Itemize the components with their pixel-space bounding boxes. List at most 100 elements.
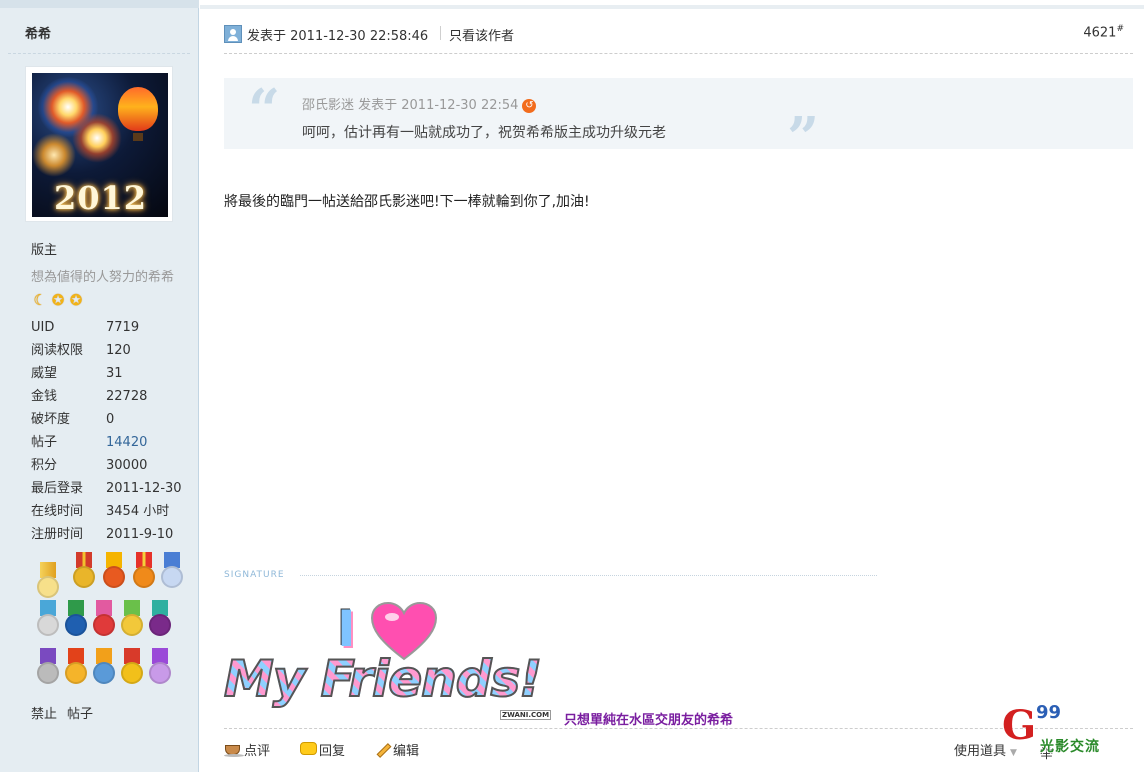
rate-label: 点评 bbox=[244, 744, 271, 759]
reply-button[interactable]: 回复 bbox=[299, 740, 345, 759]
only-author-link[interactable]: 只看该作者 bbox=[449, 25, 514, 44]
floor-mark: # bbox=[1116, 24, 1124, 34]
stat-value: 30000 bbox=[106, 458, 148, 473]
quote-meta: 邵氏影迷 发表于 2011-12-30 22:54 ↺ bbox=[302, 94, 537, 113]
online-user-icon bbox=[224, 25, 242, 43]
pencil-icon bbox=[373, 740, 393, 758]
avatar-year-text: 2012 bbox=[54, 179, 148, 217]
stat-value: 22728 bbox=[106, 389, 148, 404]
stat-label: 破坏度 bbox=[31, 412, 71, 427]
avatar[interactable]: 2012 bbox=[25, 66, 173, 222]
star-icon: ✪ bbox=[69, 291, 83, 309]
stat-value: 3454 小时 bbox=[106, 504, 170, 519]
sidebar-divider bbox=[8, 53, 190, 54]
quote-close-icon: ” bbox=[787, 105, 820, 171]
signature-image-line2: My Friends! bbox=[223, 649, 543, 709]
posts-count-link[interactable]: 14420 bbox=[106, 435, 147, 450]
stat-label: 积分 bbox=[31, 458, 58, 473]
quote-block: “ 邵氏影迷 发表于 2011-12-30 22:54 ↺ 呵呵，估计再有一贴就成… bbox=[224, 77, 1133, 168]
user-stats: UID 7719 阅读权限 120 威望 31 金钱 22728 破坏度 0 帖子 1442… bbox=[31, 318, 182, 548]
moon-icon: ☾ bbox=[33, 291, 47, 309]
medal-icon[interactable] bbox=[119, 648, 145, 686]
post-message: 將最後的臨門一帖送給邵氏影迷吧!下一棒就輪到你了,加油! bbox=[224, 194, 590, 210]
floor-number-text: 4621 bbox=[1083, 25, 1117, 41]
stat-label: 最后登录 bbox=[31, 481, 84, 496]
stat-label: 阅读权限 bbox=[31, 343, 84, 358]
edit-button[interactable]: 编辑 bbox=[373, 740, 419, 759]
rank-stars: ☾ ✪ ✪ bbox=[31, 291, 85, 309]
medal-icon[interactable] bbox=[63, 648, 89, 686]
stat-online-time: 在线时间 3454 小时 bbox=[31, 502, 182, 525]
stat-last-login: 最后登录 2011-12-30 bbox=[31, 479, 182, 502]
signature-caption: 只想單純在水區交朋友的希希 bbox=[564, 713, 734, 728]
stat-posts: 帖子 14420 bbox=[31, 433, 182, 456]
author-sidebar: 希希 2012 版主 想為値得的人努力的希希 ☾ ✪ ✪ UID 7719 阅读权限 1… bbox=[0, 0, 199, 772]
quote-text: 呵呵，估计再有一贴就成功了，祝贺希希版主成功升级元老 bbox=[302, 125, 666, 141]
stat-prestige: 威望 31 bbox=[31, 364, 182, 387]
reply-label: 回复 bbox=[319, 744, 346, 759]
user-custom-title: 想為値得的人努力的希希 bbox=[31, 270, 175, 285]
use-tools-label: 使用道具 bbox=[954, 744, 1007, 759]
user-posts-link[interactable]: 帖子 bbox=[67, 707, 93, 722]
medal-icon[interactable] bbox=[131, 552, 157, 590]
medal-icon[interactable] bbox=[35, 600, 61, 638]
signature-image: I My Friends! ZWANI.COM bbox=[223, 598, 564, 724]
medal-icon[interactable] bbox=[71, 552, 97, 590]
signature-image-brand: ZWANI.COM bbox=[500, 710, 552, 720]
footer-separator bbox=[224, 728, 1133, 729]
author-name[interactable]: 希希 bbox=[25, 23, 51, 42]
header-separator bbox=[224, 53, 1133, 54]
avatar-image[interactable]: 2012 bbox=[32, 73, 168, 217]
watermark-letter: G bbox=[1002, 702, 1037, 749]
medal-icon[interactable] bbox=[119, 600, 145, 638]
speech-bubble-icon bbox=[299, 740, 319, 758]
stat-read-permission: 阅读权限 120 bbox=[31, 341, 182, 364]
stat-label: 帖子 bbox=[31, 435, 58, 450]
stat-value: 0 bbox=[106, 412, 115, 427]
stat-value: 31 bbox=[106, 366, 123, 381]
medal-icon[interactable] bbox=[147, 648, 173, 686]
stat-value: 2011-9-10 bbox=[106, 527, 174, 542]
stat-label: 金钱 bbox=[31, 389, 58, 404]
stat-value: 2011-12-30 bbox=[106, 481, 182, 496]
medal-icon[interactable] bbox=[35, 648, 61, 686]
medal-wand-icon[interactable] bbox=[35, 562, 61, 600]
medal-icon[interactable] bbox=[91, 648, 117, 686]
medal-icon[interactable] bbox=[147, 600, 173, 638]
stat-destruction: 破坏度 0 bbox=[31, 410, 182, 433]
medal-icon[interactable] bbox=[101, 552, 127, 590]
quote-open-icon: “ bbox=[248, 77, 281, 143]
stat-label: 注册时间 bbox=[31, 527, 84, 542]
balloon-basket bbox=[133, 133, 143, 141]
medal-icon[interactable] bbox=[159, 552, 185, 590]
stat-label: 威望 bbox=[31, 366, 58, 381]
rate-button[interactable]: 点评 bbox=[224, 740, 270, 759]
stat-uid: UID 7719 bbox=[31, 318, 182, 341]
stat-value: 120 bbox=[106, 343, 131, 358]
post-header: 发表于 2011-12-30 22:58:46 只看该作者 4621# bbox=[224, 22, 1124, 46]
medal-icon[interactable] bbox=[63, 600, 89, 638]
stat-label: 在线时间 bbox=[31, 504, 84, 519]
signature-divider bbox=[300, 575, 877, 576]
post-time: 发表于 2011-12-30 22:58:46 bbox=[247, 29, 429, 44]
post-top-border bbox=[200, 5, 1144, 9]
hot-air-balloon bbox=[118, 87, 158, 131]
floor-number[interactable]: 4621# bbox=[1083, 24, 1124, 40]
edit-label: 编辑 bbox=[393, 744, 420, 759]
goto-post-icon[interactable]: ↺ bbox=[522, 99, 537, 113]
stat-register-time: 注册时间 2011-9-10 bbox=[31, 525, 182, 548]
watermark-text: 光影交流 bbox=[1040, 739, 1100, 755]
coffee-cup-icon bbox=[224, 740, 244, 758]
user-rank[interactable]: 版主 bbox=[31, 239, 57, 258]
site-watermark: G 99 光影交流 bbox=[1002, 702, 1144, 772]
user-admin-actions: 禁止 帖子 bbox=[31, 703, 103, 722]
stat-money: 金钱 22728 bbox=[31, 387, 182, 410]
medal-icon[interactable] bbox=[91, 600, 117, 638]
header-divider bbox=[440, 26, 441, 40]
stat-value: 7719 bbox=[106, 320, 140, 335]
ban-user-link[interactable]: 禁止 bbox=[31, 707, 57, 722]
quote-author-time: 邵氏影迷 发表于 2011-12-30 22:54 bbox=[302, 98, 519, 113]
firework-burst bbox=[72, 113, 122, 163]
firework-burst bbox=[32, 133, 76, 177]
watermark-number: 99 bbox=[1036, 702, 1062, 723]
